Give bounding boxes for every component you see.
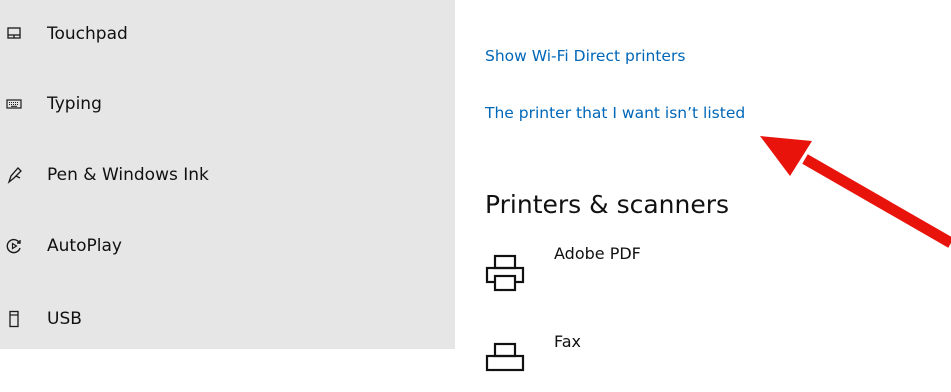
- usb-icon: [4, 309, 24, 329]
- sidebar-item-label: Typing: [47, 94, 102, 114]
- printer-not-listed-link[interactable]: The printer that I want isn’t listed: [485, 104, 745, 122]
- settings-sidebar: Touchpad Typing Pen & Windows Ink AutoPl…: [0, 0, 455, 349]
- section-title: Printers & scanners: [485, 190, 730, 219]
- printers-panel: Show Wi-Fi Direct printers The printer t…: [455, 0, 951, 372]
- device-label: Fax: [554, 332, 582, 351]
- device-label: Adobe PDF: [554, 244, 641, 263]
- sidebar-item-pen[interactable]: Pen & Windows Ink: [0, 155, 455, 195]
- sidebar-item-label: Pen & Windows Ink: [47, 165, 209, 185]
- sidebar-item-autoplay[interactable]: AutoPlay: [0, 226, 455, 266]
- autoplay-icon: [4, 236, 24, 256]
- device-adobe-pdf[interactable]: Adobe PDF: [485, 244, 785, 304]
- pen-icon: [4, 165, 24, 185]
- sidebar-item-usb[interactable]: USB: [0, 299, 455, 339]
- sidebar-item-label: USB: [47, 309, 82, 329]
- keyboard-icon: [4, 94, 24, 114]
- fax-icon: [485, 342, 525, 382]
- touchpad-icon: [4, 24, 24, 44]
- show-wifi-direct-printers-link[interactable]: Show Wi-Fi Direct printers: [485, 47, 685, 65]
- device-fax[interactable]: Fax: [485, 332, 785, 392]
- sidebar-item-label: Touchpad: [47, 24, 128, 44]
- sidebar-item-label: AutoPlay: [47, 236, 122, 256]
- printer-icon: [485, 254, 525, 294]
- sidebar-item-typing[interactable]: Typing: [0, 84, 455, 124]
- sidebar-item-touchpad[interactable]: Touchpad: [0, 14, 455, 54]
